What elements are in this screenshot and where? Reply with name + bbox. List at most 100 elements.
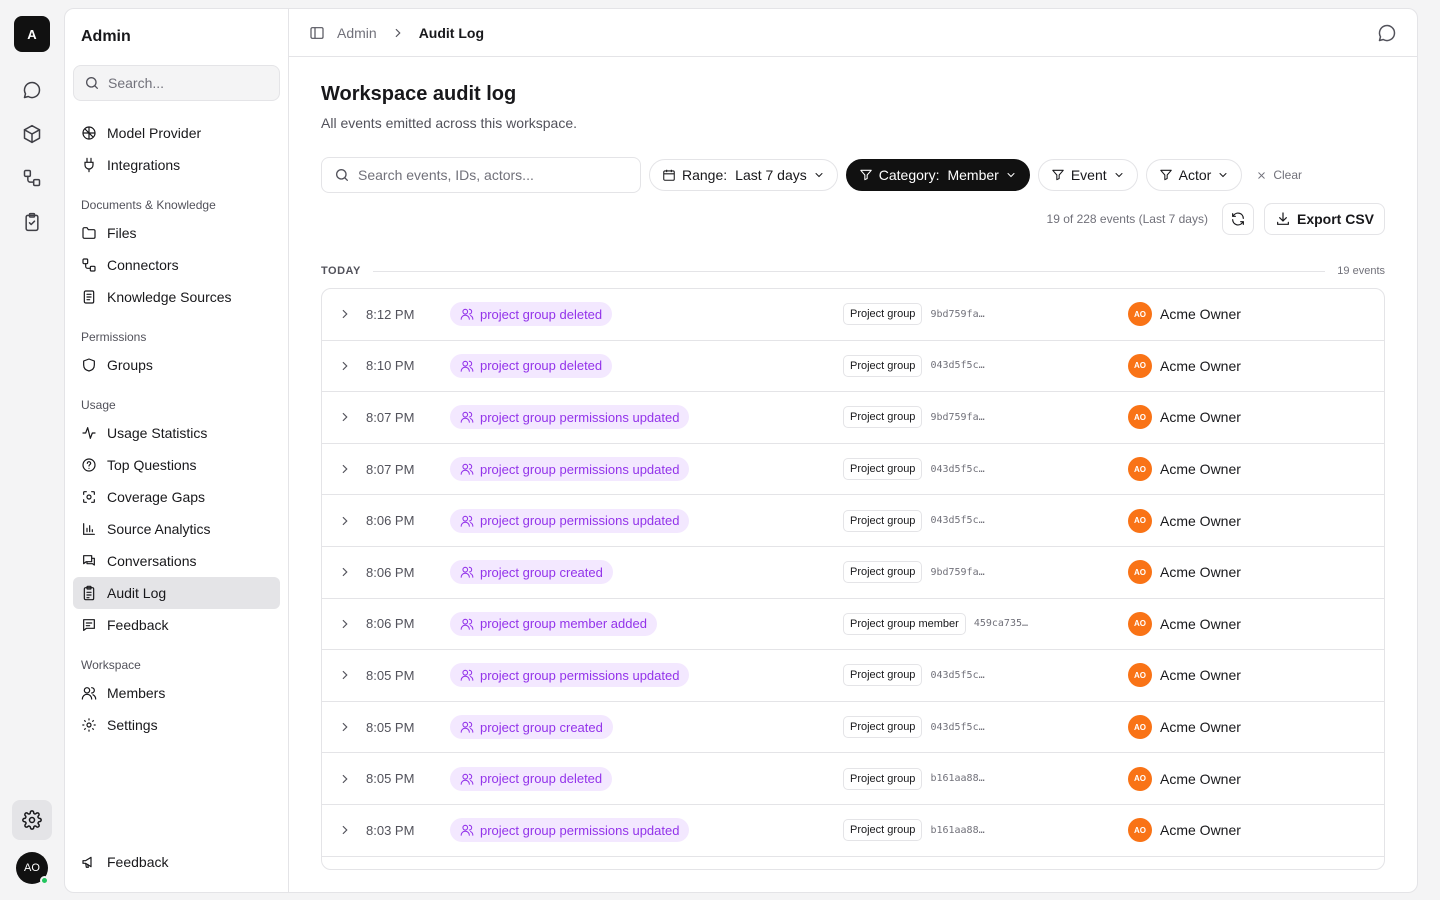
event-type-badge: project group permissions updated bbox=[450, 405, 690, 430]
table-row[interactable]: 8:12 PM project group deleted Project grou… bbox=[322, 289, 1384, 341]
chevron-right-icon[interactable] bbox=[338, 565, 352, 579]
sidebar-item-knowledge-sources[interactable]: Knowledge Sources bbox=[73, 281, 280, 313]
settings-icon[interactable] bbox=[12, 800, 52, 840]
sidebar-item-label: Integrations bbox=[107, 157, 181, 173]
target-id[interactable]: 043d5f5c… bbox=[930, 722, 984, 733]
event-type-badge: project group deleted bbox=[450, 766, 613, 791]
chevron-right-icon[interactable] bbox=[338, 462, 352, 476]
sidebar-item-label: Feedback bbox=[107, 617, 169, 633]
event-search[interactable] bbox=[321, 157, 641, 193]
event-time: 8:05 PM bbox=[366, 719, 415, 735]
sidebar-item-label: Top Questions bbox=[107, 457, 197, 473]
chevron-right-icon[interactable] bbox=[338, 514, 352, 528]
target-id[interactable]: 9bd759fa… bbox=[930, 309, 984, 320]
sidebar-item-top-questions[interactable]: Top Questions bbox=[73, 449, 280, 481]
target-id[interactable]: 459ca735… bbox=[974, 618, 1028, 629]
event-time: 8:03 PM bbox=[366, 822, 415, 838]
sidebar-item-connectors[interactable]: Connectors bbox=[73, 249, 280, 281]
category-filter[interactable]: Category: Member bbox=[845, 159, 1030, 191]
actor-filter[interactable]: Actor bbox=[1145, 159, 1243, 191]
table-row[interactable]: 8:10 PM project group deleted Project grou… bbox=[322, 341, 1384, 393]
audit-log-table: 8:12 PM project group deleted Project grou… bbox=[321, 288, 1385, 870]
actor-avatar: AO bbox=[1128, 508, 1152, 533]
actor-avatar: AO bbox=[1128, 405, 1152, 430]
event-filter[interactable]: Event bbox=[1037, 159, 1138, 191]
category-filter-label: Category: bbox=[878, 167, 940, 183]
target-id[interactable]: 043d5f5c… bbox=[930, 464, 984, 475]
day-group-label: TODAY bbox=[321, 265, 361, 277]
users-icon bbox=[460, 307, 474, 321]
table-row[interactable]: 8:03 PM project group permissions updated… bbox=[322, 805, 1384, 857]
user-avatar-initials: AO bbox=[24, 862, 40, 874]
target-id[interactable]: 043d5f5c… bbox=[930, 360, 984, 371]
workspace-logo[interactable]: A bbox=[14, 16, 50, 52]
user-avatar[interactable]: AO bbox=[16, 852, 49, 885]
event-type-label: project group deleted bbox=[480, 306, 603, 322]
chevron-right-icon[interactable] bbox=[338, 410, 352, 424]
sidebar-item-coverage-gaps[interactable]: Coverage Gaps bbox=[73, 481, 280, 513]
online-status-dot bbox=[40, 876, 49, 885]
actor-name: Acme Owner bbox=[1160, 409, 1241, 426]
close-icon bbox=[1258, 171, 1266, 179]
sidebar-item-source-analytics[interactable]: Source Analytics bbox=[73, 513, 280, 545]
sidebar-item-usage-statistics[interactable]: Usage Statistics bbox=[73, 417, 280, 449]
table-row[interactable]: 8:06 PM project group permissions updated… bbox=[322, 495, 1384, 547]
sidebar-item-conversations[interactable]: Conversations bbox=[73, 545, 280, 577]
sidebar-title: Admin bbox=[81, 28, 131, 45]
users-icon bbox=[460, 668, 474, 682]
event-search-input[interactable] bbox=[358, 167, 618, 183]
range-filter[interactable]: Range: Last 7 days bbox=[649, 159, 838, 191]
table-row[interactable]: 8:05 PM project group created Project grou… bbox=[322, 702, 1384, 754]
chevron-right-icon[interactable] bbox=[338, 772, 352, 786]
search-icon bbox=[86, 77, 98, 89]
event-time: 8:07 PM bbox=[366, 461, 415, 477]
target-id[interactable]: 043d5f5c… bbox=[930, 515, 984, 526]
chevron-right-icon[interactable] bbox=[338, 359, 352, 373]
table-row[interactable]: 8:07 PM project group permissions updated… bbox=[322, 444, 1384, 496]
sidebar-footer-feedback[interactable]: Feedback bbox=[73, 846, 280, 878]
event-target: Project group 043d5f5c… bbox=[843, 509, 985, 532]
gear-icon bbox=[82, 718, 96, 732]
table-row[interactable]: 8:06 PM project group created Project grou… bbox=[322, 547, 1384, 599]
target-id[interactable]: 9bd759fa… bbox=[930, 412, 984, 423]
sidebar-item-members[interactable]: Members bbox=[73, 677, 280, 709]
table-row[interactable]: 8:05 PM project group permissions updated… bbox=[322, 650, 1384, 702]
sidebar-item-groups[interactable]: Groups bbox=[73, 349, 280, 381]
sidebar-toggle-icon[interactable] bbox=[309, 25, 325, 41]
chevron-right-icon[interactable] bbox=[338, 617, 352, 631]
target-id[interactable]: 043d5f5c… bbox=[930, 670, 984, 681]
table-row[interactable]: 8:05 PM project group deleted Project grou… bbox=[322, 753, 1384, 805]
sidebar-search[interactable] bbox=[73, 65, 280, 101]
chevron-right-icon[interactable] bbox=[338, 720, 352, 734]
sidebar-item-integrations[interactable]: Integrations bbox=[73, 149, 280, 181]
chevron-down-icon bbox=[1219, 173, 1227, 178]
target-id[interactable]: b161aa88… bbox=[930, 773, 984, 784]
target-id[interactable]: 9bd759fa… bbox=[930, 567, 984, 578]
clear-filters-button[interactable]: Clear bbox=[1256, 168, 1302, 182]
event-actor: AO Acme Owner bbox=[1128, 405, 1241, 430]
table-row[interactable]: 8:07 PM project group permissions updated… bbox=[322, 392, 1384, 444]
question-circle-icon bbox=[82, 458, 96, 472]
chevron-right-icon[interactable] bbox=[338, 307, 352, 321]
sidebar-item-files[interactable]: Files bbox=[73, 217, 280, 249]
cube-icon[interactable] bbox=[14, 116, 50, 152]
sidebar-item-settings[interactable]: Settings bbox=[73, 709, 280, 741]
chat-icon[interactable] bbox=[14, 72, 50, 108]
sidebar-item-audit-log[interactable]: Audit Log bbox=[73, 577, 280, 609]
workflow-icon[interactable] bbox=[14, 160, 50, 196]
sidebar-item-model-provider[interactable]: Model Provider bbox=[73, 117, 280, 149]
chevron-right-icon[interactable] bbox=[338, 823, 352, 837]
clipboard-check-icon[interactable] bbox=[14, 204, 50, 240]
sidebar-search-input[interactable] bbox=[108, 75, 258, 91]
breadcrumb-parent[interactable]: Admin bbox=[337, 25, 377, 41]
chat-bubble-icon[interactable] bbox=[1377, 23, 1397, 43]
refresh-button[interactable] bbox=[1221, 203, 1254, 235]
table-row[interactable]: 8:06 PM project group member added Project… bbox=[322, 599, 1384, 651]
target-id[interactable]: b161aa88… bbox=[930, 825, 984, 836]
chevron-right-icon[interactable] bbox=[338, 668, 352, 682]
export-csv-button[interactable]: Export CSV bbox=[1263, 203, 1385, 235]
actor-avatar: AO bbox=[1128, 766, 1152, 791]
event-type-label: project group permissions updated bbox=[480, 667, 680, 683]
export-csv-label: Export CSV bbox=[1296, 211, 1374, 227]
sidebar-item-feedback[interactable]: Feedback bbox=[73, 609, 280, 641]
